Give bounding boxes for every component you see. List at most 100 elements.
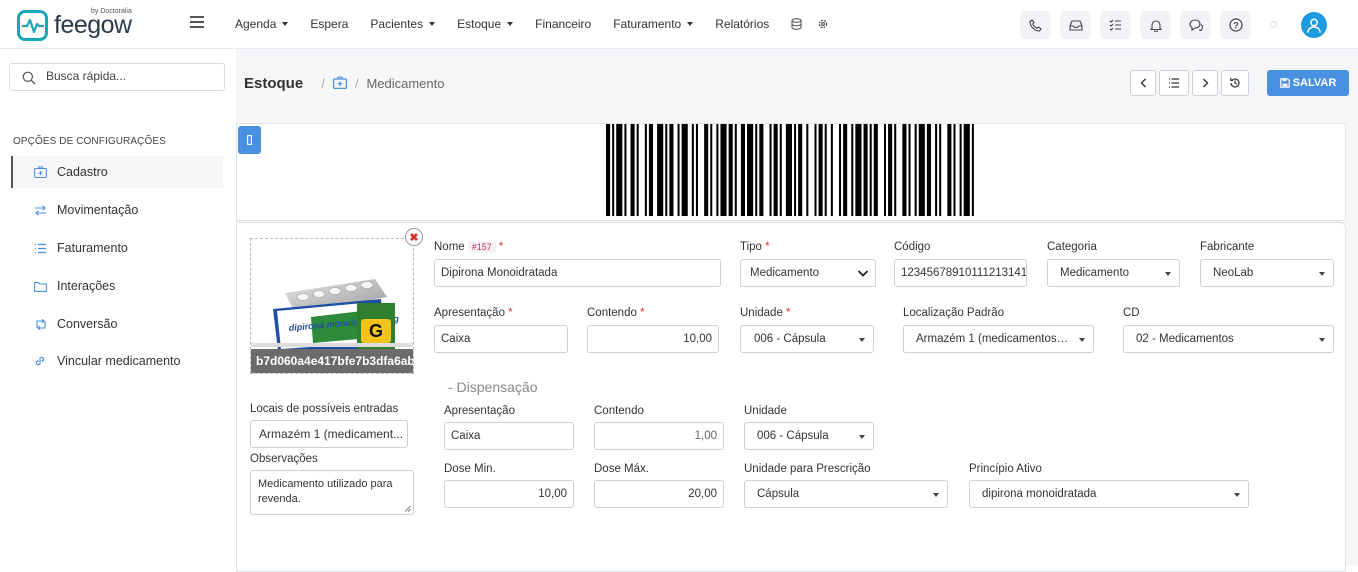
- chevron-right-icon: [1202, 78, 1208, 88]
- contendo-input[interactable]: 10,00: [587, 325, 719, 353]
- medical-box-icon[interactable]: [332, 76, 347, 92]
- barcode-bar: [648, 124, 654, 216]
- sidebar-item-movimentacao[interactable]: Movimentação: [11, 194, 223, 226]
- barcode-bar: [873, 124, 878, 216]
- barcode-bar: [734, 124, 737, 216]
- barcode-bar: [818, 124, 823, 216]
- unidade-prescricao-select[interactable]: Cápsula: [744, 480, 948, 508]
- sidebar-item-conversao[interactable]: Conversão: [11, 308, 223, 340]
- chat-icon[interactable]: [1180, 11, 1211, 39]
- breadcrumb: Estoque / / Medicamento: [244, 75, 445, 92]
- barcode-bar: [665, 124, 668, 216]
- barcode-bar: [971, 124, 974, 216]
- disp-apresentacao-label: Apresentação: [444, 405, 515, 417]
- next-record-button[interactable]: [1192, 70, 1218, 96]
- categoria-select[interactable]: Medicamento: [1047, 259, 1180, 287]
- barcode-icon: [247, 135, 252, 145]
- barcode-bar: [710, 124, 713, 216]
- search-input[interactable]: [46, 69, 216, 83]
- sidebar-item-cadastro[interactable]: Cadastro: [11, 156, 223, 188]
- disp-contendo-input[interactable]: 1,00: [594, 422, 724, 450]
- fabricante-select[interactable]: NeoLab: [1200, 259, 1334, 287]
- barcode-bar: [704, 124, 709, 216]
- barcode-toggle-button[interactable]: [238, 126, 261, 154]
- history-button[interactable]: [1221, 70, 1249, 96]
- barcode-bar: [918, 124, 925, 216]
- gear-icon[interactable]: [817, 17, 829, 31]
- dose-min-input[interactable]: 10,00: [444, 480, 574, 508]
- barcode-bar: [794, 124, 797, 216]
- quick-search[interactable]: [9, 63, 225, 91]
- breadcrumb-current: Medicamento: [366, 76, 445, 91]
- barcode-bar: [959, 124, 962, 216]
- save-button[interactable]: SALVAR: [1267, 70, 1349, 96]
- previous-record-button[interactable]: [1130, 70, 1156, 96]
- barcode-bar: [902, 124, 907, 216]
- locais-label: Locais de possíveis entradas: [250, 403, 399, 415]
- remove-photo-button[interactable]: ✖: [405, 228, 423, 246]
- barcode-bar: [624, 124, 627, 216]
- disp-unidade-select[interactable]: 006 - Cápsula: [744, 422, 874, 450]
- nav-relatorios[interactable]: Relatórios: [715, 17, 769, 31]
- sidebar-item-interacoes[interactable]: Interações: [11, 270, 223, 302]
- observacoes-textarea[interactable]: Medicamento utilizado para revenda.: [250, 470, 414, 515]
- cd-label: CD: [1123, 307, 1140, 319]
- product-photo[interactable]: dipirona monoidratada 1g G b7d060a4e417b…: [250, 238, 414, 374]
- close-icon: ✖: [409, 231, 419, 244]
- barcode-bar: [630, 124, 635, 216]
- barcode-bar: [691, 124, 694, 216]
- nav-financeiro[interactable]: Financeiro: [535, 17, 591, 31]
- cd-select[interactable]: 02 - Medicamentos: [1123, 325, 1334, 353]
- feegow-logo[interactable]: by Doctoralia feegow: [17, 8, 137, 41]
- unidade-select[interactable]: 006 - Cápsula: [740, 325, 874, 353]
- checklist-icon[interactable]: [1100, 11, 1131, 39]
- sidebar-item-faturamento[interactable]: Faturamento: [11, 232, 223, 264]
- phone-icon[interactable]: [1020, 11, 1051, 39]
- barcode-bar: [947, 124, 952, 216]
- bell-icon[interactable]: [1140, 11, 1171, 39]
- apresentacao-input[interactable]: Caixa: [434, 325, 568, 353]
- locais-select[interactable]: Armazém 1 (medicament...: [250, 420, 408, 448]
- barcode-bar: [883, 124, 887, 216]
- hamburger-menu-icon[interactable]: [190, 16, 204, 28]
- barcode-bar: [839, 124, 842, 216]
- sidebar-item-vincular-medicamento[interactable]: Vincular medicamento: [11, 345, 223, 377]
- list-records-button[interactable]: [1159, 70, 1189, 96]
- tipo-select[interactable]: Medicamento: [740, 259, 876, 287]
- disp-contendo-label: Contendo: [594, 405, 644, 417]
- caret-down-icon: [507, 22, 514, 26]
- nav-faturamento[interactable]: Faturamento: [613, 17, 694, 31]
- user-avatar-icon[interactable]: [1301, 12, 1327, 38]
- barcode-bar: [843, 124, 848, 216]
- barcode-bar: [851, 124, 854, 216]
- inbox-icon[interactable]: [1060, 11, 1091, 39]
- nav-estoque[interactable]: Estoque: [457, 17, 514, 31]
- codigo-input[interactable]: 12345678910111213141516: [894, 259, 1027, 287]
- barcode-bar: [773, 124, 778, 216]
- barcode-bar: [869, 124, 872, 216]
- record-id-badge: #157: [467, 241, 496, 253]
- help-icon[interactable]: ?: [1220, 11, 1251, 39]
- barcode-bar: [606, 124, 611, 216]
- nome-input[interactable]: Dipirona Monoidratada: [434, 259, 721, 287]
- disp-apresentacao-input[interactable]: Caixa: [444, 422, 574, 450]
- barcode-bar: [740, 124, 745, 216]
- exchange-icon: [34, 204, 48, 216]
- list-icon: [1169, 78, 1179, 88]
- database-icon[interactable]: [791, 17, 803, 31]
- localizacao-select[interactable]: Armazém 1 (medicamentos e ...: [903, 325, 1094, 353]
- barcode-bar: [716, 124, 719, 216]
- nav-pacientes[interactable]: Pacientes: [370, 17, 436, 31]
- barcode-bar: [953, 124, 956, 216]
- barcode-bar: [616, 124, 623, 216]
- svg-text:G: G: [369, 321, 383, 341]
- barcode-bar: [894, 124, 897, 216]
- principio-ativo-select[interactable]: dipirona monoidratada: [969, 480, 1249, 508]
- resize-grip-icon: [404, 505, 411, 512]
- barcode-bar: [806, 124, 809, 216]
- nav-agenda[interactable]: Agenda: [235, 17, 289, 31]
- barcode-bar: [657, 124, 664, 216]
- dose-max-input[interactable]: 20,00: [594, 480, 724, 508]
- nav-espera[interactable]: Espera: [310, 17, 348, 31]
- barcode-image: [606, 124, 974, 216]
